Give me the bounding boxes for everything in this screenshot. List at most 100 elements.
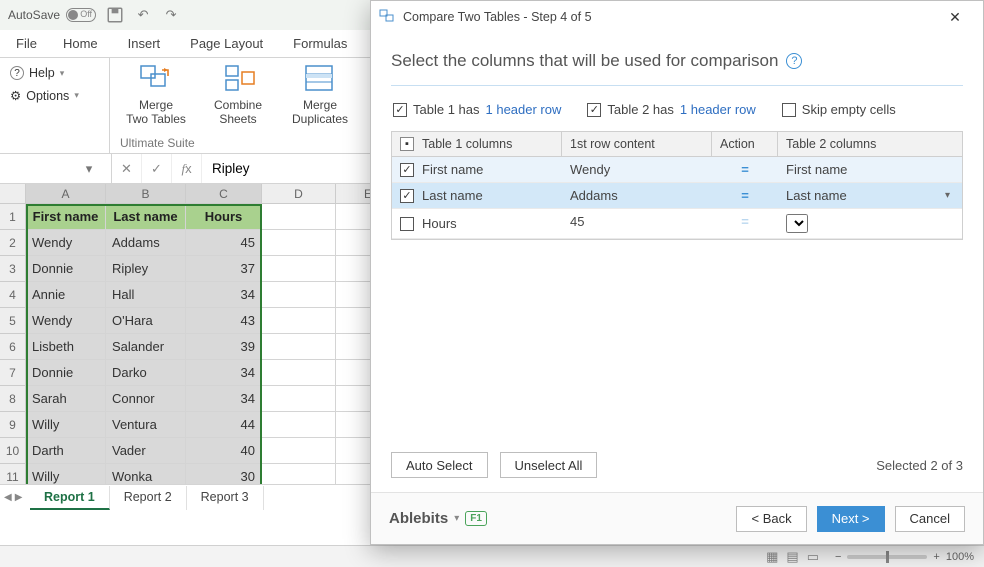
cell[interactable]: 40	[186, 438, 262, 464]
cell[interactable]: Ripley	[106, 256, 186, 282]
cell[interactable]: Vader	[106, 438, 186, 464]
cell[interactable]: 45	[186, 230, 262, 256]
merge-duplicates-button[interactable]: Merge Duplicates	[284, 62, 356, 127]
cell[interactable]: Annie	[26, 282, 106, 308]
row-checkbox[interactable]: ✓	[400, 189, 414, 203]
cell[interactable]	[262, 438, 336, 464]
name-box-input[interactable]	[0, 161, 80, 176]
table2-header-checkbox[interactable]: ✓ Table 2 has 1 header row	[587, 102, 755, 117]
sheet-tab[interactable]: Report 2	[110, 486, 187, 510]
autosave-toggle[interactable]: AutoSave Off	[8, 8, 96, 22]
help-button[interactable]: ? Help ▾	[8, 64, 101, 82]
cancel-icon[interactable]: ✕	[112, 154, 142, 183]
row-header[interactable]: 3	[0, 256, 26, 282]
zoom-slider[interactable]	[847, 555, 927, 559]
header-row-link[interactable]: 1 header row	[680, 102, 756, 117]
sheet-tab[interactable]: Report 1	[30, 486, 110, 510]
mapping-row[interactable]: ✓First nameWendy=First name	[392, 157, 962, 183]
redo-icon[interactable]: ↷	[162, 6, 180, 24]
cell[interactable]: Salander	[106, 334, 186, 360]
fx-icon[interactable]: fx	[172, 154, 202, 183]
cell[interactable]: Hall	[106, 282, 186, 308]
cell[interactable]	[262, 360, 336, 386]
cell[interactable]: Connor	[106, 386, 186, 412]
row-header[interactable]: 4	[0, 282, 26, 308]
f1-help-badge[interactable]: F1	[465, 511, 487, 526]
select-all-corner[interactable]	[0, 184, 26, 204]
cell[interactable]: Hours	[186, 204, 262, 230]
mapping-row[interactable]: Hours45=	[392, 209, 962, 239]
cell[interactable]: Sarah	[26, 386, 106, 412]
column-header[interactable]: A	[26, 184, 106, 204]
chevron-down-icon[interactable]: ▾	[80, 161, 98, 177]
cell[interactable]	[262, 334, 336, 360]
column-header[interactable]: D	[262, 184, 336, 204]
cell[interactable]: 34	[186, 386, 262, 412]
cell[interactable]: Darko	[106, 360, 186, 386]
column-header[interactable]: B	[106, 184, 186, 204]
cell[interactable]: Willy	[26, 412, 106, 438]
auto-select-button[interactable]: Auto Select	[391, 452, 488, 478]
cell[interactable]: Donnie	[26, 360, 106, 386]
row-header[interactable]: 2	[0, 230, 26, 256]
tab-home[interactable]: Home	[49, 30, 112, 57]
tab-insert[interactable]: Insert	[114, 30, 175, 57]
sheet-nav-right-icon[interactable]: ▶	[15, 492, 23, 503]
cell[interactable]: Wendy	[26, 308, 106, 334]
save-icon[interactable]	[106, 6, 124, 24]
table1-header-checkbox[interactable]: ✓ Table 1 has 1 header row	[393, 102, 561, 117]
row-header[interactable]: 10	[0, 438, 26, 464]
target-column-select[interactable]: First name	[778, 157, 962, 182]
help-icon[interactable]: ?	[786, 53, 802, 69]
cell[interactable]: 39	[186, 334, 262, 360]
target-column-select[interactable]: Last name▾	[778, 183, 962, 208]
cell[interactable]: 34	[186, 282, 262, 308]
close-button[interactable]: ✕	[935, 3, 975, 31]
row-checkbox[interactable]	[400, 217, 414, 231]
back-button[interactable]: < Back	[736, 506, 806, 532]
cell[interactable]: 37	[186, 256, 262, 282]
cell[interactable]	[262, 204, 336, 230]
cell[interactable]	[262, 412, 336, 438]
accept-icon[interactable]: ✓	[142, 154, 172, 183]
cell[interactable]: Wendy	[26, 230, 106, 256]
cell[interactable]: O'Hara	[106, 308, 186, 334]
cell[interactable]: Darth	[26, 438, 106, 464]
header-row-link[interactable]: 1 header row	[486, 102, 562, 117]
cell[interactable]	[262, 230, 336, 256]
cell[interactable]	[262, 282, 336, 308]
cell[interactable]	[262, 256, 336, 282]
row-header[interactable]: 6	[0, 334, 26, 360]
row-header[interactable]: 5	[0, 308, 26, 334]
zoom-out-icon[interactable]: −	[835, 551, 841, 563]
options-button[interactable]: ⚙ Options ▾	[8, 86, 101, 105]
cell[interactable]: First name	[26, 204, 106, 230]
cell[interactable]: 44	[186, 412, 262, 438]
skip-empty-checkbox[interactable]: Skip empty cells	[782, 102, 896, 117]
merge-two-tables-button[interactable]: Merge Two Tables	[120, 62, 192, 127]
sheet-nav-left-icon[interactable]: ◀	[4, 492, 12, 503]
select-all-checkbox[interactable]: ▪	[400, 137, 414, 151]
cell[interactable]: Donnie	[26, 256, 106, 282]
cell[interactable]: Lisbeth	[26, 334, 106, 360]
cell[interactable]: Last name	[106, 204, 186, 230]
sheet-tab[interactable]: Report 3	[187, 486, 264, 510]
next-button[interactable]: Next >	[817, 506, 885, 532]
view-mode-icons[interactable]: ▦▤▭	[762, 549, 823, 565]
row-header[interactable]: 7	[0, 360, 26, 386]
tab-file[interactable]: File	[6, 30, 47, 57]
zoom-in-icon[interactable]: +	[933, 551, 939, 563]
name-box[interactable]: ▾	[0, 154, 112, 183]
row-header[interactable]: 1	[0, 204, 26, 230]
row-checkbox[interactable]: ✓	[400, 163, 414, 177]
target-column-select[interactable]	[778, 209, 962, 238]
tab-formulas[interactable]: Formulas	[279, 30, 361, 57]
tab-page-layout[interactable]: Page Layout	[176, 30, 277, 57]
cancel-button[interactable]: Cancel	[895, 506, 965, 532]
mapping-row[interactable]: ✓Last nameAddams=Last name▾	[392, 183, 962, 209]
row-header[interactable]: 9	[0, 412, 26, 438]
cell[interactable]: 43	[186, 308, 262, 334]
combine-sheets-button[interactable]: Combine Sheets	[202, 62, 274, 127]
chevron-down-icon[interactable]: ▾	[454, 513, 459, 524]
cell[interactable]: Ventura	[106, 412, 186, 438]
